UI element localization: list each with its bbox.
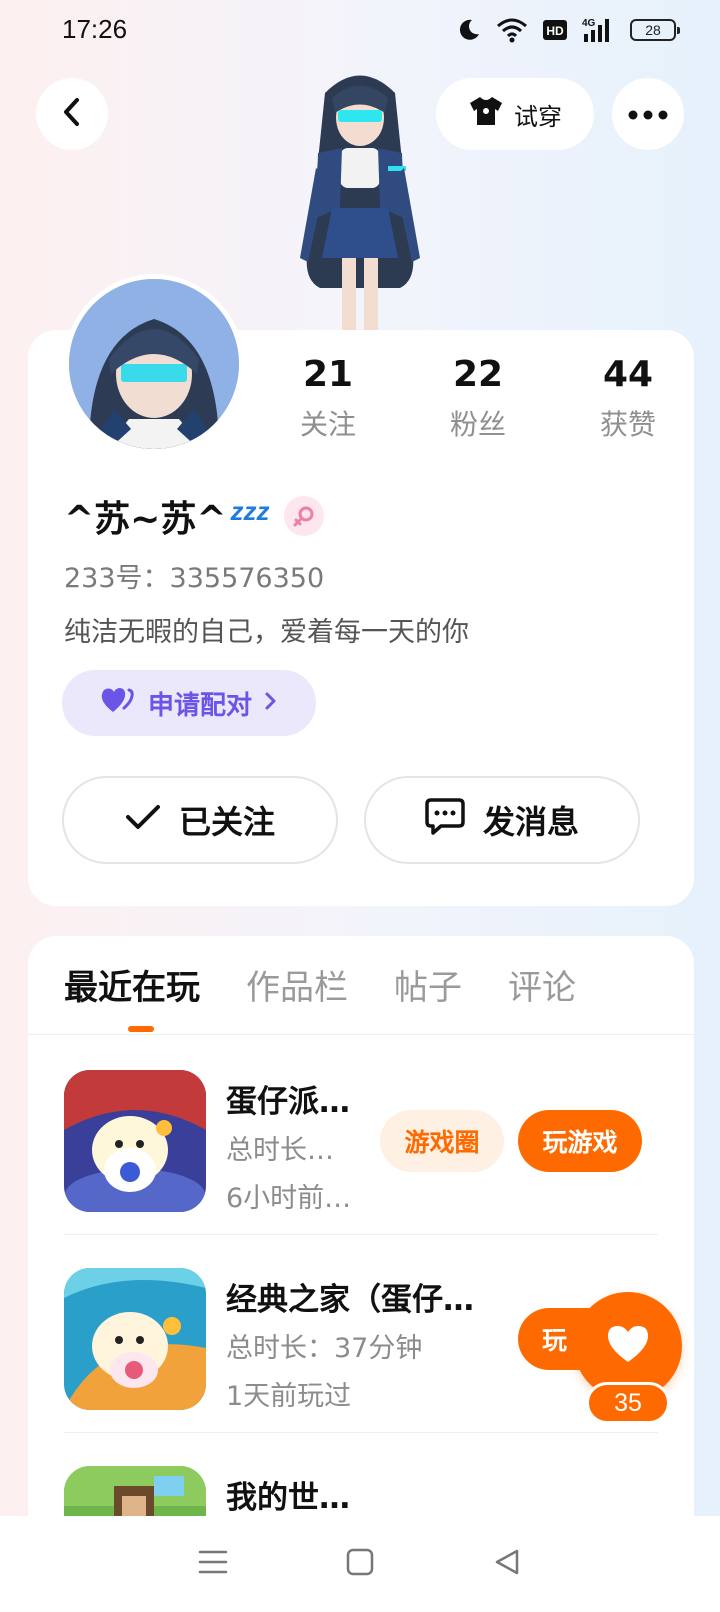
avatar-character[interactable] — [270, 58, 450, 333]
status-time: 17:26 — [62, 14, 128, 44]
tab-divider — [28, 1034, 694, 1035]
female-gender-icon — [283, 496, 324, 536]
home-nav-button[interactable] — [330, 1534, 390, 1594]
game-icon[interactable] — [64, 1070, 206, 1212]
followed-label: 已关注 — [178, 803, 275, 841]
heart-icon — [606, 1324, 650, 1368]
send-message-label: 发消息 — [482, 803, 579, 841]
stat-label: 粉丝 — [449, 408, 506, 441]
chevron-right-icon — [264, 688, 278, 718]
hd-icon: HD — [542, 18, 568, 42]
game-playtime: 总时长：37分钟 — [226, 1333, 423, 1364]
checkmark-icon — [125, 801, 161, 839]
stats-row: 21 关注 22 粉丝 44 获赞 — [268, 354, 688, 443]
request-pair-label: 申请配对 — [147, 690, 252, 721]
battery-indicator: 28 — [630, 19, 680, 41]
stat-label: 关注 — [299, 408, 356, 441]
try-on-button[interactable]: 试穿 — [436, 78, 594, 150]
shirt-icon — [468, 95, 504, 133]
bio: 纯洁无暇的自己，爱着每一天的你 — [64, 617, 469, 648]
stat-value: 21 — [302, 354, 354, 395]
game-title: 经典之家（蛋仔… — [226, 1282, 474, 1318]
tab-bar: 最近在玩 作品栏 帖子 评论 — [64, 960, 576, 1009]
game-item[interactable]: 蛋仔派… 总时长… 6小时前… 游戏圈 玩游戏 — [28, 1036, 694, 1234]
more-dots-icon — [628, 105, 668, 124]
send-message-button[interactable]: 发消息 — [364, 776, 640, 864]
game-title: 我的世… — [226, 1480, 350, 1516]
triangle-back-icon — [492, 1547, 522, 1581]
more-options-button[interactable] — [612, 78, 684, 150]
tab-posts[interactable]: 帖子 — [394, 960, 462, 1009]
stat-following[interactable]: 21 关注 — [268, 354, 388, 443]
try-on-label: 试穿 — [514, 102, 562, 131]
game-circle-button[interactable]: 游戏圈 — [380, 1110, 504, 1172]
back-button[interactable] — [36, 78, 108, 150]
chevron-left-icon — [58, 96, 86, 132]
nickname-row: ^苏~苏^ zzz — [64, 490, 324, 542]
request-pair-button[interactable]: 申请配对 — [62, 670, 316, 736]
tab-comments[interactable]: 评论 — [508, 960, 576, 1009]
system-nav-bar — [0, 1516, 720, 1612]
stat-value: 44 — [602, 354, 654, 395]
status-bar: 17:26 HD 4G 28 — [0, 0, 720, 66]
profile-page: 17:26 HD 4G 28 试穿 21 关注 22 粉丝 44 获赞 ^苏~苏… — [0, 0, 720, 1612]
square-icon — [345, 1547, 375, 1581]
moon-icon — [456, 17, 482, 43]
back-nav-button[interactable] — [477, 1534, 537, 1594]
status-icons: HD 4G 28 — [456, 16, 680, 44]
stat-value: 22 — [452, 354, 504, 395]
chat-bubble-icon — [425, 797, 465, 843]
nickname: ^苏~苏^ — [64, 499, 227, 540]
play-game-button[interactable]: 玩游戏 — [518, 1110, 642, 1172]
content-card: 最近在玩 作品栏 帖子 评论 蛋仔派… 总时长… 6小时前… 游戏圈 玩游戏 经… — [28, 936, 694, 1612]
profile-card: 21 关注 22 粉丝 44 获赞 ^苏~苏^ zzz 233号：3355763… — [28, 274, 694, 906]
sleep-zzz-icon: zzz — [230, 495, 270, 526]
active-tab-indicator — [128, 1026, 154, 1032]
game-last-played: 1天前玩过 — [226, 1381, 352, 1412]
followed-button[interactable]: 已关注 — [62, 776, 338, 864]
stat-followers[interactable]: 22 粉丝 — [418, 354, 538, 443]
heart-pair-icon — [100, 686, 136, 721]
stat-label: 获赞 — [599, 408, 656, 441]
avatar[interactable] — [64, 274, 244, 454]
menu-nav-button[interactable] — [183, 1534, 243, 1594]
game-title: 蛋仔派… — [226, 1084, 350, 1120]
like-count: 35 — [586, 1382, 670, 1424]
network-text: 4G — [582, 18, 596, 29]
tab-works[interactable]: 作品栏 — [246, 960, 348, 1009]
game-last-played: 6小时前… — [226, 1183, 352, 1214]
battery-level: 28 — [645, 22, 661, 38]
tab-recently-played[interactable]: 最近在玩 — [64, 960, 200, 1009]
game-icon[interactable] — [64, 1268, 206, 1410]
wifi-icon — [496, 17, 528, 43]
user-id: 233号：335576350 — [64, 563, 325, 594]
menu-icon — [198, 1549, 228, 1579]
stat-likes[interactable]: 44 获赞 — [568, 354, 688, 443]
hd-text: HD — [546, 24, 564, 38]
game-playtime: 总时长… — [226, 1135, 334, 1166]
signal-icon: 4G — [582, 16, 616, 44]
